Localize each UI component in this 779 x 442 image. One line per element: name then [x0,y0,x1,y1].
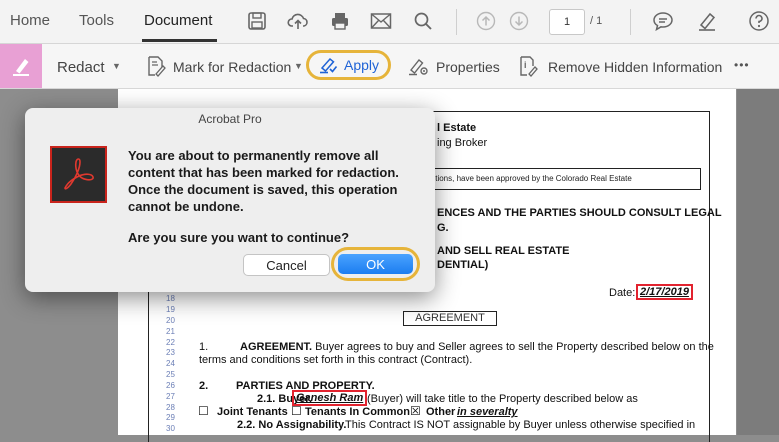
dialog-title: Acrobat Pro [198,112,262,126]
doc-severalty: in severalty [457,406,518,418]
chevron-down-icon[interactable]: ▼ [294,61,303,71]
doc-sell-line-1: AND SELL REAL ESTATE [437,245,570,257]
mail-icon[interactable] [370,10,392,32]
doc-para-1-text: Buyer agrees to buy and Seller agrees to… [312,341,714,353]
doc-para-1-continuation: terms and conditions set forth in this c… [199,354,473,366]
toolbar-divider [630,9,631,35]
svg-text:i: i [524,60,527,70]
next-page-icon[interactable] [508,10,530,32]
mark-redaction-icon[interactable] [145,55,167,77]
redact-menu-label[interactable]: Redact [57,59,105,76]
doc-other: Other [426,406,456,418]
doc-notice-box: ditions, have been approved by the Color… [425,168,701,190]
doc-para-2-number: 2. [199,380,209,392]
doc-joint-tenants: Joint Tenants [217,406,288,418]
line-number: 24 [166,359,175,368]
tab-tools[interactable]: Tools [79,12,114,29]
dialog-question: Are you sure you want to continue? [128,230,350,245]
doc-agreement-title: AGREEMENT [403,311,497,326]
remove-hidden-information-button[interactable]: Remove Hidden Information [548,59,722,75]
apply-button[interactable]: Apply [313,56,384,74]
line-number: 29 [166,413,175,422]
active-tab-indicator [142,39,217,42]
apply-label: Apply [343,57,380,73]
checkbox-joint-tenants[interactable]: ☐ [198,404,209,418]
apply-button-highlight: Apply [306,50,391,80]
line-number: 26 [166,381,175,390]
doc-para-1-line: AGREEMENT. Buyer agrees to buy and Selle… [240,341,714,353]
doc-heading-2: ing Broker [437,137,488,149]
dialog-message: You are about to permanently remove all … [128,148,399,214]
help-icon[interactable] [748,10,770,32]
search-icon[interactable] [412,10,434,32]
doc-buyer-text: (Buyer) will take title to the Property … [367,393,638,405]
tab-document[interactable]: Document [144,12,212,29]
acrobat-app-icon [50,146,107,203]
ok-button[interactable]: OK [338,254,413,274]
upload-cloud-icon[interactable] [287,10,309,32]
properties-icon[interactable] [407,55,429,77]
doc-legal-line-1: ENCES AND THE PARTIES SHOULD CONSULT LEG… [437,207,722,219]
checkbox-tenants-in-common[interactable]: ☐ [291,404,302,418]
checkbox-other-checked[interactable]: ☒ [410,404,421,418]
ok-button-highlight: OK [331,247,420,281]
doc-tenants-in-common: Tenants In Common [305,406,410,418]
cancel-button[interactable]: Cancel [243,254,330,276]
line-number: 23 [166,348,175,357]
line-number: 20 [166,316,175,325]
redact-toolbar: Redact ▼ Mark for Redaction ▼ Apply Prop… [0,44,779,89]
line-number: 22 [166,338,175,347]
line-number: 25 [166,370,175,379]
toolbar-divider [456,9,457,35]
doc-para-1-heading: AGREEMENT. [240,341,313,353]
previous-page-icon[interactable] [475,10,497,32]
doc-sell-line-2: DENTIAL) [437,259,489,271]
line-number: 18 [166,294,175,303]
line-number: 19 [166,305,175,314]
confirm-redaction-dialog: Acrobat Pro You are about to permanently… [25,108,435,292]
doc-heading-1: l Estate [437,122,477,134]
line-number: 27 [166,392,175,401]
line-number: 21 [166,327,175,336]
doc-assignability-label: 2.2. No Assignability. [237,419,347,431]
line-number: 28 [166,403,175,412]
comment-icon[interactable] [652,10,674,32]
mark-for-redaction-button[interactable]: Mark for Redaction [173,59,291,75]
redact-tool-icon[interactable] [0,44,42,88]
chevron-down-icon[interactable]: ▼ [112,61,121,71]
top-menu-bar: Home Tools Document 1 / 1 [0,0,779,44]
apply-pen-icon [319,57,338,74]
tab-home[interactable]: Home [10,12,50,29]
doc-date-redaction[interactable]: 2/17/2019 [636,284,693,300]
properties-button[interactable]: Properties [436,59,500,75]
highlight-pen-icon[interactable] [696,10,718,32]
document-scroll-area[interactable] [737,89,779,435]
doc-para-1-number: 1. [199,341,209,353]
more-options-icon[interactable]: ••• [734,58,750,72]
page-total: / 1 [590,15,603,27]
print-icon[interactable] [329,10,351,32]
page-number-input[interactable]: 1 [549,9,585,35]
remove-hidden-info-icon[interactable]: i [518,55,540,77]
doc-assignability-text: This Contract IS NOT assignable by Buyer… [345,419,696,431]
doc-date-label: Date: [609,287,636,299]
save-icon[interactable] [246,10,268,32]
doc-legal-line-2: G. [437,222,449,234]
line-number: 30 [166,424,175,433]
doc-buyer-redaction[interactable]: Ganesh Ram [292,390,368,406]
